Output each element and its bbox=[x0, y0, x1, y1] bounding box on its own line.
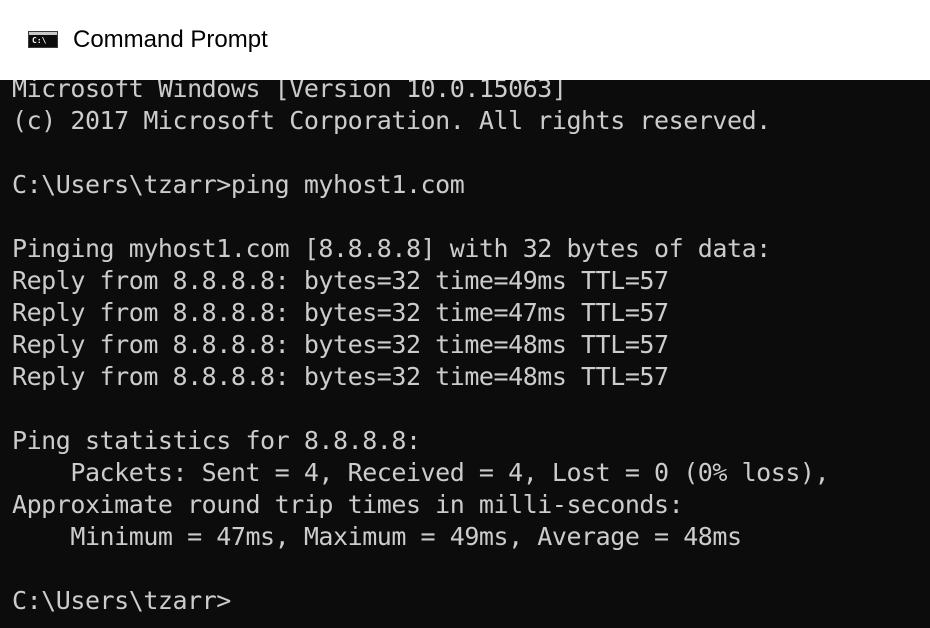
command-prompt-line[interactable]: C:\Users\tzarr> bbox=[12, 585, 829, 617]
console-line: Reply from 8.8.8.8: bytes=32 time=48ms T… bbox=[12, 330, 669, 359]
command-prompt-window: C:\ Command Prompt Microsoft Windows [Ve… bbox=[0, 0, 930, 628]
console-line: Packets: Sent = 4, Received = 4, Lost = … bbox=[12, 458, 830, 487]
title-bar[interactable]: C:\ Command Prompt bbox=[0, 0, 930, 80]
console-line: Microsoft Windows [Version 10.0.15063] bbox=[12, 80, 567, 103]
console-line: Approximate round trip times in milli-se… bbox=[12, 490, 684, 519]
command-prompt-icon: C:\ bbox=[28, 31, 58, 48]
console-output-area[interactable]: Microsoft Windows [Version 10.0.15063] (… bbox=[0, 80, 930, 628]
console-line: Reply from 8.8.8.8: bytes=32 time=47ms T… bbox=[12, 298, 669, 327]
window-title: Command Prompt bbox=[73, 26, 268, 53]
console-lines: Microsoft Windows [Version 10.0.15063] (… bbox=[12, 80, 830, 617]
console-line: Ping statistics for 8.8.8.8: bbox=[12, 426, 421, 455]
console-line: Pinging myhost1.com [8.8.8.8] with 32 by… bbox=[12, 234, 771, 263]
app-icon-label: C:\ bbox=[32, 36, 47, 45]
console-line: Minimum = 47ms, Maximum = 49ms, Average … bbox=[12, 522, 742, 551]
console-line: C:\Users\tzarr>ping myhost1.com bbox=[12, 170, 465, 199]
console-line: Reply from 8.8.8.8: bytes=32 time=48ms T… bbox=[12, 362, 669, 391]
console-line: (c) 2017 Microsoft Corporation. All righ… bbox=[12, 106, 771, 135]
console-line: Reply from 8.8.8.8: bytes=32 time=49ms T… bbox=[12, 266, 669, 295]
